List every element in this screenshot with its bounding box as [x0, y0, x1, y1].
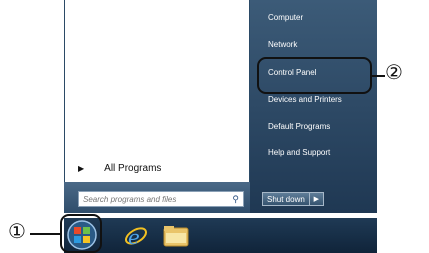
all-programs-label: All Programs	[104, 163, 162, 174]
all-programs-item[interactable]: ▶ All Programs	[78, 163, 161, 174]
shutdown-options-arrow-icon[interactable]: ▶	[309, 192, 324, 206]
search-input[interactable]	[79, 194, 223, 204]
menu-item-help-support[interactable]: Help and Support	[268, 148, 330, 157]
menu-item-default-programs[interactable]: Default Programs	[268, 122, 330, 131]
callout-one-number: ①	[8, 221, 26, 243]
windows-explorer-folder-icon[interactable]	[163, 226, 189, 247]
taskbar: e	[64, 218, 377, 253]
control-panel-callout-box	[257, 57, 372, 94]
shutdown-button[interactable]: Shut down	[262, 192, 310, 206]
shutdown-group: Shut down ▶	[262, 192, 324, 206]
internet-explorer-icon[interactable]: e	[123, 225, 148, 249]
magnifier-icon[interactable]: ⚲	[232, 194, 239, 205]
start-button-callout-box	[60, 214, 102, 253]
svg-text:e: e	[128, 225, 140, 249]
menu-item-computer[interactable]: Computer	[268, 13, 303, 22]
start-menu-right-pane	[250, 0, 377, 213]
callout-one-leader	[30, 233, 60, 235]
menu-item-devices-printers[interactable]: Devices and Printers	[268, 95, 342, 104]
menu-item-network[interactable]: Network	[268, 40, 297, 49]
triangle-right-icon: ▶	[78, 164, 85, 173]
callout-two-number: ②	[385, 62, 403, 84]
callout-two-leader	[372, 75, 385, 77]
search-box[interactable]: ⚲	[78, 191, 244, 207]
